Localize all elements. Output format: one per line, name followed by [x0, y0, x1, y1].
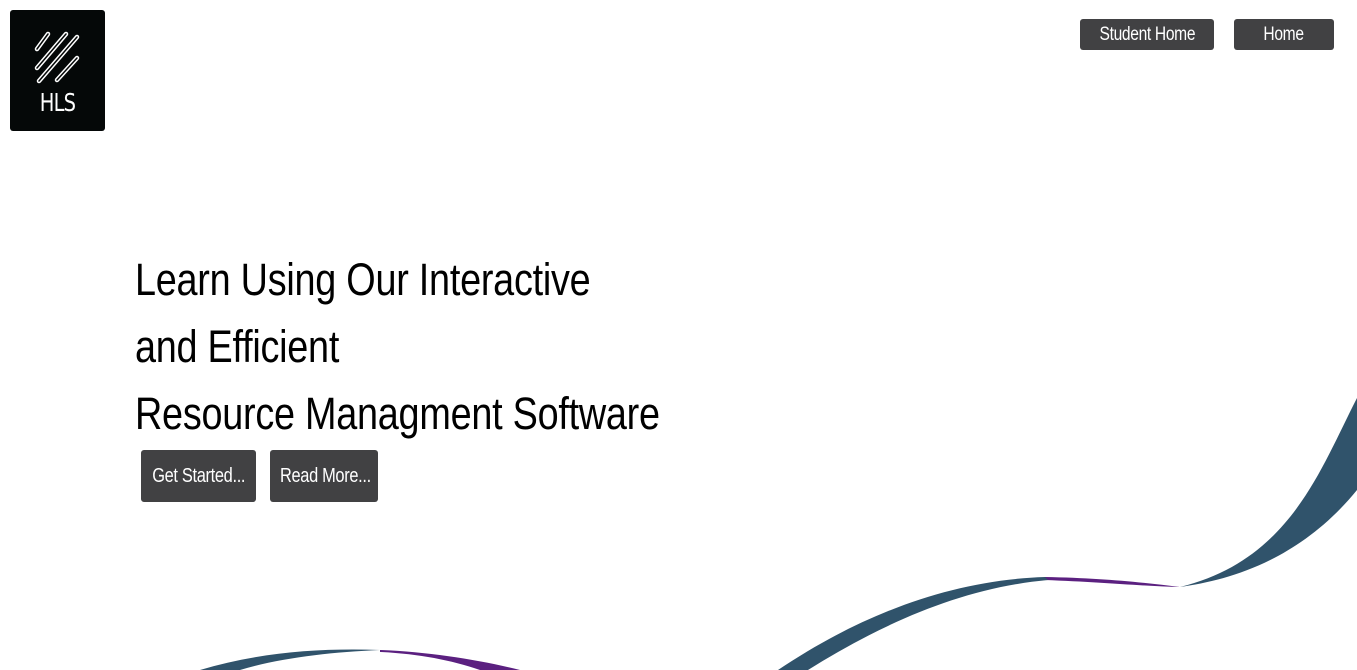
- ribbon-blue-right: [1180, 398, 1357, 587]
- ribbon-blue-left: [200, 649, 380, 670]
- ribbon-blue-middle: [778, 577, 1048, 670]
- decorative-ribbon: [200, 398, 1357, 670]
- ribbon-purple-middle: [1045, 577, 1180, 587]
- ribbon-purple-left: [380, 650, 520, 670]
- landing-page: HLS Student Home Home Learn Using Our In…: [0, 0, 1357, 670]
